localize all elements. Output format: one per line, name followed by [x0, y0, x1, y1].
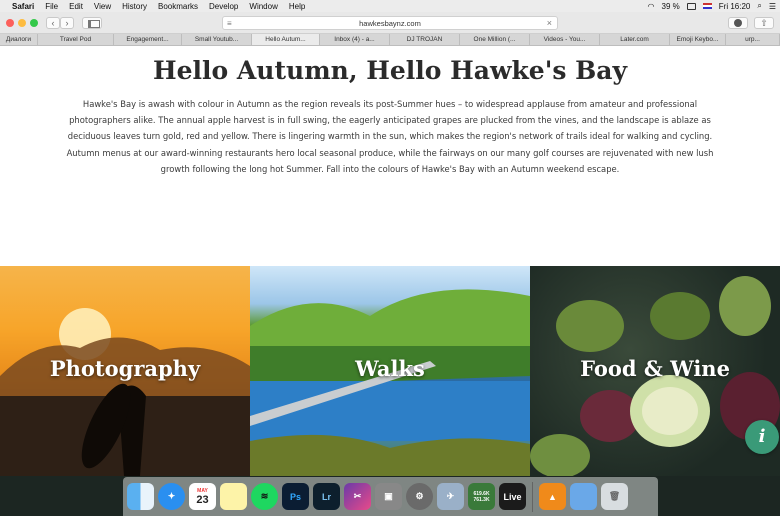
- tab-engagement[interactable]: Engagement...: [114, 34, 182, 45]
- tab-inbox[interactable]: Inbox (4) - a...: [320, 34, 390, 45]
- fig-green-1: [556, 300, 624, 352]
- fullscreen-window-button[interactable]: [30, 18, 38, 27]
- menu-history[interactable]: History: [122, 2, 147, 11]
- fig-green-3: [719, 276, 771, 336]
- tab-dj-trojan[interactable]: DJ TROJAN: [390, 34, 460, 45]
- web-page: Hello Autumn, Hello Hawke's Bay Hawke's …: [0, 46, 780, 476]
- net-download-value: 761.3K: [473, 496, 490, 503]
- photoshop-icon[interactable]: Ps: [282, 483, 309, 510]
- dock-separator: [532, 481, 533, 512]
- notes-icon[interactable]: [220, 483, 247, 510]
- calendar-day: 23: [196, 493, 209, 506]
- stop-loading-icon[interactable]: ×: [547, 17, 552, 30]
- tab-overflow[interactable]: urp...: [726, 34, 780, 45]
- close-window-button[interactable]: [6, 18, 14, 27]
- menu-file[interactable]: File: [45, 2, 58, 11]
- toolbar-right: ⇧: [728, 17, 774, 29]
- fig-green-2: [650, 292, 710, 340]
- tile-photography-label: Photography: [49, 356, 201, 381]
- migration-icon[interactable]: ✈: [437, 483, 464, 510]
- calendar-icon[interactable]: MAY 23: [189, 483, 216, 510]
- menu-bookmarks[interactable]: Bookmarks: [158, 2, 198, 11]
- info-button[interactable]: i: [745, 420, 779, 454]
- back-button[interactable]: ‹: [46, 16, 60, 29]
- input-flag-icon[interactable]: [702, 3, 712, 9]
- tab-bar: Диалоги Travel Pod Engagement... Small Y…: [0, 34, 780, 46]
- ableton-live-icon[interactable]: Live: [499, 483, 526, 510]
- system-preferences-icon[interactable]: ⚙: [406, 483, 433, 510]
- tab-later[interactable]: Later.com: [600, 34, 670, 45]
- menu-develop[interactable]: Develop: [209, 2, 238, 11]
- lightroom-icon[interactable]: Lr: [313, 483, 340, 510]
- image-capture-icon[interactable]: ▣: [375, 483, 402, 510]
- menu-bar: Safari File Edit View History Bookmarks …: [0, 0, 780, 12]
- tile-walks[interactable]: Walks: [250, 266, 530, 476]
- final-cut-icon[interactable]: ✂: [344, 483, 371, 510]
- tab-emoji-keyboard[interactable]: Emoji Keybo...: [670, 34, 726, 45]
- window-controls: [6, 18, 38, 27]
- spotlight-icon[interactable]: ⌕: [757, 1, 761, 11]
- applications-folder-icon[interactable]: [570, 483, 597, 510]
- sidebar-toggle-button[interactable]: [82, 16, 102, 29]
- tile-food-wine-label: Food & Wine: [580, 356, 730, 381]
- tab-dialogs[interactable]: Диалоги: [0, 34, 38, 45]
- tile-photography[interactable]: Photography: [0, 266, 250, 476]
- intro-paragraph: Hawke's Bay is awash with colour in Autu…: [66, 99, 714, 174]
- tile-walks-label: Walks: [355, 356, 425, 381]
- downloads-button[interactable]: [728, 17, 748, 29]
- menu-view[interactable]: View: [94, 2, 111, 11]
- tab-hello-autumn[interactable]: Hello Autum...: [252, 34, 320, 45]
- tab-small-youtube[interactable]: Small Youtub...: [182, 34, 252, 45]
- menu-window[interactable]: Window: [249, 2, 277, 11]
- menu-app-safari[interactable]: Safari: [12, 2, 34, 11]
- fig-cut-inner: [642, 387, 698, 435]
- download-icon: [734, 19, 742, 27]
- network-monitor-icon[interactable]: 619.6K 761.3K: [468, 483, 495, 510]
- notification-center-icon[interactable]: ☰: [769, 2, 776, 11]
- wifi-icon[interactable]: ◠: [648, 2, 655, 11]
- clock[interactable]: Fri 16:20: [719, 2, 751, 11]
- tab-videos-youtube[interactable]: Videos - You...: [530, 34, 600, 45]
- tab-travel-pod[interactable]: Travel Pod: [38, 34, 114, 45]
- dock: ✦ MAY 23 ≋ Ps Lr ✂ ▣ ⚙ ✈ 619.6K 761.3K L…: [123, 477, 658, 516]
- share-button[interactable]: ⇧: [754, 17, 774, 29]
- tile-food-wine[interactable]: Food & Wine: [530, 266, 780, 476]
- trash-icon[interactable]: 🗑: [601, 483, 628, 510]
- vlc-document-icon[interactable]: ▲: [539, 483, 566, 510]
- url-text: hawkesbaynz.com: [359, 19, 421, 28]
- forward-button[interactable]: ›: [60, 16, 74, 29]
- finder-icon[interactable]: [127, 483, 154, 510]
- page-title: Hello Autumn, Hello Hawke's Bay: [153, 56, 627, 85]
- battery-percent: 39 %: [661, 1, 680, 11]
- fig-green-4: [530, 434, 590, 476]
- status-area: ◠ 39 % Fri 16:20 ⌕ ☰: [648, 1, 776, 11]
- reader-icon[interactable]: ≡: [227, 17, 232, 30]
- address-bar[interactable]: ≡ hawkesbaynz.com ×: [222, 16, 558, 30]
- minimize-window-button[interactable]: [18, 18, 26, 27]
- green-hills: [250, 289, 530, 346]
- battery-icon[interactable]: [686, 2, 696, 10]
- tab-one-million[interactable]: One Million (...: [460, 34, 530, 45]
- nav-buttons: ‹ ›: [46, 16, 74, 29]
- menu-help[interactable]: Help: [289, 2, 305, 11]
- spotify-icon[interactable]: ≋: [251, 483, 278, 510]
- browser-toolbar: ‹ › ≡ hawkesbaynz.com × ⇧: [0, 12, 780, 34]
- safari-icon[interactable]: ✦: [158, 483, 185, 510]
- category-tiles: Photography Walks Food & Wine: [0, 266, 780, 476]
- menu-edit[interactable]: Edit: [69, 2, 83, 11]
- share-icon: ⇧: [760, 18, 768, 28]
- reeds: [250, 434, 530, 476]
